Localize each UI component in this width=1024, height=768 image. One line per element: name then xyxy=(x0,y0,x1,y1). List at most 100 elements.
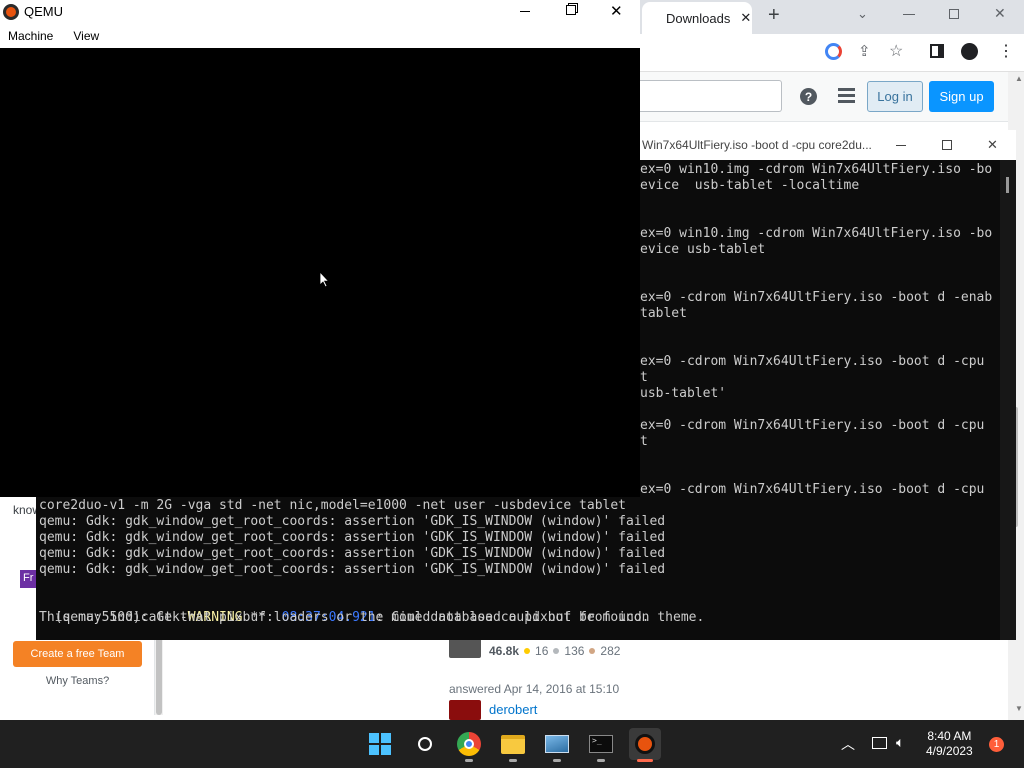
terminal-line: ex=0 win10.img -cdrom Win7x64UltFiery.is… xyxy=(640,226,993,241)
terminal-line: qemu: Gdk: gdk_window_get_root_coords: a… xyxy=(39,530,666,545)
terminal-line: usb-tablet' xyxy=(640,386,727,401)
avatar[interactable] xyxy=(449,638,481,658)
signup-button[interactable]: Sign up xyxy=(929,81,994,112)
photos-icon[interactable] xyxy=(541,728,573,760)
close-icon[interactable]: ✕ xyxy=(740,10,751,26)
terminal-running-indicator xyxy=(597,759,605,762)
terminal-line: evice usb-tablet xyxy=(640,242,766,257)
search-input[interactable] xyxy=(640,80,782,112)
qemu-titlebar: QEMU ✕ xyxy=(0,0,640,24)
create-team-button[interactable]: Create a free Team xyxy=(13,641,142,667)
volume-icon[interactable]: 🔈︎ xyxy=(896,734,904,751)
minimize-icon[interactable] xyxy=(520,11,530,12)
why-teams-link[interactable]: Why Teams? xyxy=(13,675,142,687)
reputation-score: 46.8k xyxy=(489,644,520,658)
gold-badge-icon xyxy=(524,648,531,654)
silver-count: 136 xyxy=(564,644,585,658)
terminal-line: qemu: Gdk: gdk_window_get_root_coords: a… xyxy=(39,562,666,577)
qemu-title: QEMU xyxy=(24,4,63,19)
close-window-icon[interactable]: ✕ xyxy=(994,5,1006,22)
terminal-line: ex=0 -cdrom Win7x64UltFiery.iso -boot d … xyxy=(640,290,993,305)
terminal-line: ex=0 -cdrom Win7x64UltFiery.iso -boot d … xyxy=(640,418,985,433)
qemu-menubar: Machine View xyxy=(0,24,640,48)
bronze-badge-icon xyxy=(589,648,596,654)
restore-icon[interactable] xyxy=(566,5,576,15)
terminal-output-right: ex=0 win10.img -cdrom Win7x64UltFiery.is… xyxy=(640,162,992,498)
photos-running-indicator xyxy=(553,759,561,762)
menu-machine[interactable]: Machine xyxy=(8,29,53,43)
terminal-line: tablet xyxy=(640,306,687,321)
terminal-last-line: This may indicate that pixbuf loaders or… xyxy=(39,610,650,625)
search-icon[interactable] xyxy=(409,728,441,760)
taskbar-clock[interactable]: 8:40 AM 4/9/2023 xyxy=(926,729,973,759)
login-button[interactable]: Log in xyxy=(867,81,923,112)
terminal-line: qemu: Gdk: gdk_window_get_root_coords: a… xyxy=(39,546,666,561)
minimize-icon[interactable] xyxy=(903,14,915,15)
terminal-line: ex=0 win10.img -cdrom Win7x64UltFiery.is… xyxy=(640,162,993,177)
help-icon[interactable]: ? xyxy=(800,88,817,105)
qemu-window[interactable] xyxy=(0,0,640,497)
user-reputation: 46.8k 16 136 282 xyxy=(489,644,620,658)
terminal-line: evice usb-tablet -localtime xyxy=(640,178,860,193)
explorer-running-indicator xyxy=(509,759,517,762)
clock-date: 4/9/2023 xyxy=(926,744,973,758)
terminal-scroll-thumb[interactable] xyxy=(1006,177,1009,193)
notification-badge[interactable]: 1 xyxy=(989,737,1004,752)
bronze-count: 282 xyxy=(600,644,621,658)
close-icon[interactable]: ✕ xyxy=(987,137,998,153)
qemu-logo-icon xyxy=(3,4,19,20)
menu-kebab-icon[interactable]: ⋮ xyxy=(998,41,1014,61)
network-icon[interactable] xyxy=(872,737,887,749)
tab-downloads[interactable]: Downloads ✕ xyxy=(642,2,752,34)
file-explorer-icon[interactable] xyxy=(497,728,529,760)
mouse-cursor-icon xyxy=(320,272,330,288)
bookmark-star-icon[interactable]: ☆ xyxy=(889,41,903,61)
gold-count: 16 xyxy=(535,644,549,658)
avatar[interactable] xyxy=(449,700,481,720)
menu-view[interactable]: View xyxy=(73,29,99,43)
answered-date: answered Apr 14, 2016 at 15:10 xyxy=(449,682,620,696)
profile-icon[interactable] xyxy=(961,43,978,60)
side-panel-icon[interactable] xyxy=(930,44,944,58)
tab-downloads-label: Downloads xyxy=(666,10,731,26)
clock-time: 8:40 AM xyxy=(927,729,972,743)
terminal-output-bottom: core2duo-v1 -m 2G -vga std -net nic,mode… xyxy=(39,498,665,594)
terminal-icon[interactable]: >_ xyxy=(585,728,617,760)
chevron-up-icon[interactable]: ︿ xyxy=(841,734,855,754)
maximize-icon[interactable] xyxy=(942,140,952,150)
chrome-running-indicator xyxy=(465,759,473,762)
user-name-link[interactable]: derobert xyxy=(489,702,537,717)
tab-search-icon[interactable]: ⌄ xyxy=(857,6,868,22)
terminal-title: Win7x64UltFiery.iso -boot d -cpu core2du… xyxy=(642,138,872,152)
terminal-line: t xyxy=(640,370,648,385)
chrome-icon[interactable] xyxy=(453,728,485,760)
close-icon[interactable]: ✕ xyxy=(610,2,623,20)
terminal-line: qemu: Gdk: gdk_window_get_root_coords: a… xyxy=(39,514,666,529)
qemu-taskbar-icon[interactable] xyxy=(629,728,661,760)
terminal-scrollbar[interactable] xyxy=(1000,160,1016,640)
terminal-line: t xyxy=(640,434,648,449)
qemu-active-indicator xyxy=(637,759,653,762)
minimize-icon[interactable] xyxy=(896,145,906,146)
restore-icon[interactable] xyxy=(949,9,959,19)
terminal-line: core2duo-v1 -m 2G -vga std -net nic,mode… xyxy=(39,498,626,513)
new-tab-button[interactable]: + xyxy=(768,4,780,27)
share-icon[interactable]: ⇪ xyxy=(858,42,871,60)
silver-badge-icon xyxy=(553,648,560,654)
terminal-line: ex=0 -cdrom Win7x64UltFiery.iso -boot d … xyxy=(640,482,985,497)
terminal-line: ex=0 -cdrom Win7x64UltFiery.iso -boot d … xyxy=(640,354,985,369)
start-windows-icon[interactable] xyxy=(364,728,396,760)
inbox-icon[interactable] xyxy=(838,88,855,105)
google-icon[interactable] xyxy=(825,43,842,60)
sidebar-scroll-thumb[interactable] xyxy=(156,630,162,715)
